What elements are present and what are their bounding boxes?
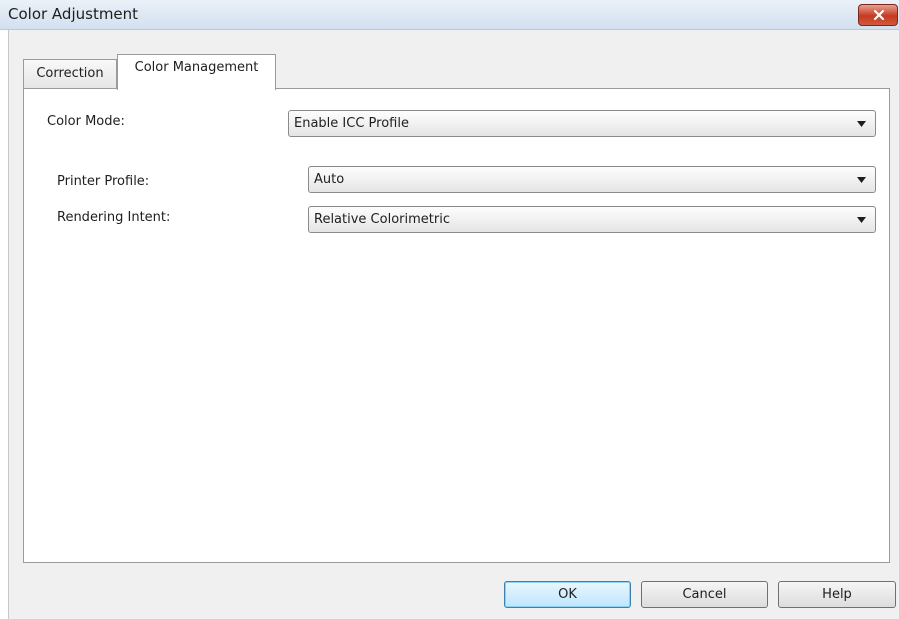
- rendering-intent-select[interactable]: Relative Colorimetric: [308, 206, 876, 233]
- tab-color-management-label: Color Management: [134, 60, 259, 75]
- printer-profile-value: Auto: [314, 172, 345, 187]
- rendering-intent-label: Rendering Intent:: [57, 210, 171, 225]
- color-mode-label: Color Mode:: [47, 114, 125, 129]
- cancel-button[interactable]: Cancel: [641, 581, 768, 608]
- rendering-intent-value: Relative Colorimetric: [314, 212, 450, 227]
- tab-correction[interactable]: Correction: [23, 59, 117, 88]
- title-bar: Color Adjustment: [0, 0, 899, 30]
- cancel-button-label: Cancel: [682, 587, 727, 602]
- close-button[interactable]: [858, 4, 898, 26]
- chevron-down-icon: [857, 177, 866, 183]
- ok-button-label: OK: [558, 587, 577, 602]
- chevron-down-icon: [857, 217, 866, 223]
- color-mode-select[interactable]: Enable ICC Profile: [288, 110, 876, 137]
- color-management-panel: Color Mode: Enable ICC Profile Printer P…: [23, 88, 890, 563]
- close-icon: [873, 9, 885, 21]
- help-button-label: Help: [822, 587, 852, 602]
- printer-profile-label: Printer Profile:: [57, 174, 150, 189]
- chevron-down-icon: [857, 121, 866, 127]
- ok-button[interactable]: OK: [504, 581, 631, 608]
- color-adjustment-dialog: Color Adjustment Correction Color Manage…: [0, 0, 899, 619]
- tab-correction-label: Correction: [36, 66, 104, 81]
- tab-color-management[interactable]: Color Management: [117, 54, 276, 90]
- help-button[interactable]: Help: [778, 581, 896, 608]
- color-mode-value: Enable ICC Profile: [294, 116, 409, 131]
- printer-profile-select[interactable]: Auto: [308, 166, 876, 193]
- window-title: Color Adjustment: [8, 5, 139, 23]
